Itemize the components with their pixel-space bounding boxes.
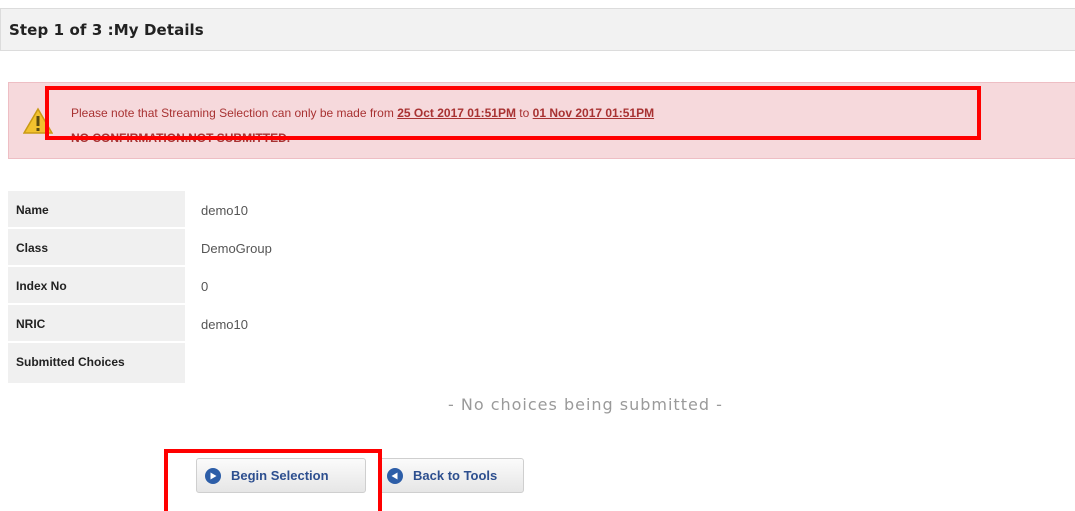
- play-icon: [205, 467, 221, 484]
- begin-selection-button[interactable]: Begin Selection: [196, 458, 366, 493]
- submission-status: NO CONFIRMATION.NOT SUBMITTED.: [71, 131, 291, 145]
- class-label: Class: [8, 229, 185, 265]
- warning-icon: [23, 107, 53, 134]
- back-to-tools-button[interactable]: Back to Tools: [378, 458, 524, 493]
- submitted-choices-label: Submitted Choices: [8, 343, 185, 383]
- name-label: Name: [8, 191, 185, 227]
- top-strip: [0, 0, 1075, 8]
- name-value: demo10: [201, 203, 248, 218]
- end-date-link[interactable]: 01 Nov 2017 01:51PM: [533, 106, 654, 120]
- index-no-value: 0: [201, 279, 209, 294]
- nric-label: NRIC: [8, 305, 185, 341]
- alert-banner: Please note that Streaming Selection can…: [8, 82, 1075, 159]
- nric-value: demo10: [201, 317, 248, 332]
- start-date-link[interactable]: 25 Oct 2017 01:51PM: [397, 106, 516, 120]
- class-value: DemoGroup: [201, 241, 272, 256]
- back-to-tools-label: Back to Tools: [413, 468, 498, 483]
- alert-connector: to: [519, 106, 530, 120]
- alert-prefix: Please note that Streaming Selection can…: [71, 106, 394, 120]
- index-no-label: Index No: [8, 267, 185, 303]
- alert-message: Please note that Streaming Selection can…: [71, 106, 654, 120]
- back-arrow-icon: [387, 467, 403, 484]
- begin-selection-label: Begin Selection: [231, 468, 329, 483]
- step-header: Step 1 of 3 :My Details: [0, 8, 1075, 51]
- page-title: Step 1 of 3 :My Details: [9, 21, 204, 39]
- no-choices-message: - No choices being submitted -: [448, 395, 723, 414]
